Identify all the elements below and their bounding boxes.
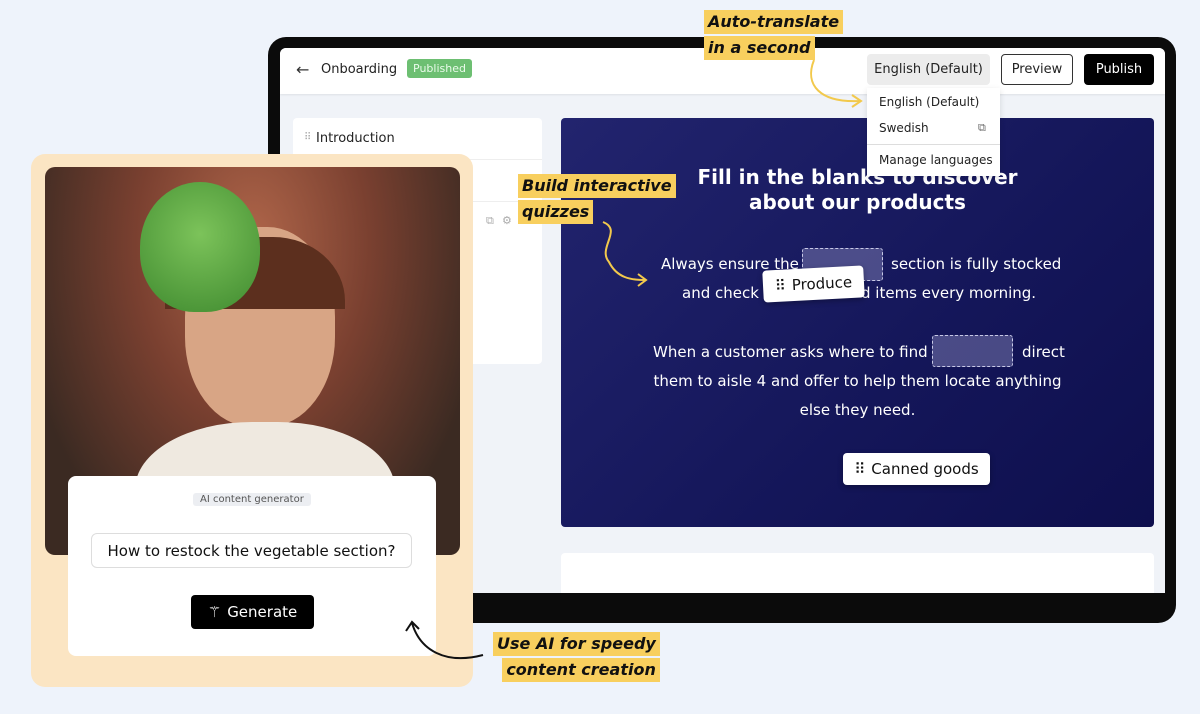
annotation-ai: Use AI for speedy content creation: [493, 632, 660, 682]
preview-button[interactable]: Preview: [1001, 54, 1073, 85]
drag-handle-icon[interactable]: ⠿: [304, 132, 311, 143]
menu-item-swedish[interactable]: Swedish: [879, 121, 929, 135]
ai-generator-card: AI content generator How to restock the …: [68, 476, 436, 656]
language-menu: English (Default) Swedish ⧉ Manage langu…: [867, 88, 1000, 176]
blank-drop-zone[interactable]: [932, 335, 1013, 367]
arrow-icon: [810, 59, 863, 108]
content-card: [561, 553, 1154, 593]
gear-icon[interactable]: ⚙: [502, 214, 512, 227]
page-title: Onboarding: [321, 62, 398, 77]
arrow-left-icon[interactable]: ←: [296, 60, 309, 79]
prompt-input[interactable]: How to restock the vegetable section?: [91, 533, 412, 568]
drag-handle-icon: ⠿: [854, 460, 866, 478]
status-badge: Published: [407, 59, 472, 78]
drag-handle-icon: ⠿: [774, 276, 787, 296]
magic-wand-icon: ⚚: [207, 603, 222, 621]
annotation-auto-translate: Auto-translate in a second: [704, 10, 844, 60]
generate-button[interactable]: ⚚ Generate: [191, 595, 314, 629]
annotation-quizzes: Build interactive quizzes: [518, 174, 676, 224]
arrow-icon: [405, 620, 484, 660]
copy-icon[interactable]: ⧉: [486, 214, 494, 228]
menu-item-english[interactable]: English (Default): [879, 95, 979, 109]
canned-goods-option[interactable]: ⠿ Canned goods: [843, 453, 990, 485]
arrow-icon: [602, 221, 648, 287]
publish-button[interactable]: Publish: [1084, 54, 1154, 85]
menu-item-manage-languages[interactable]: Manage languages: [879, 153, 993, 167]
produce-drag-chip[interactable]: ⠿ Produce: [762, 265, 865, 303]
ai-badge: AI content generator: [193, 493, 311, 506]
language-select[interactable]: English (Default): [867, 54, 990, 85]
translate-icon[interactable]: ⧉: [978, 121, 986, 135]
